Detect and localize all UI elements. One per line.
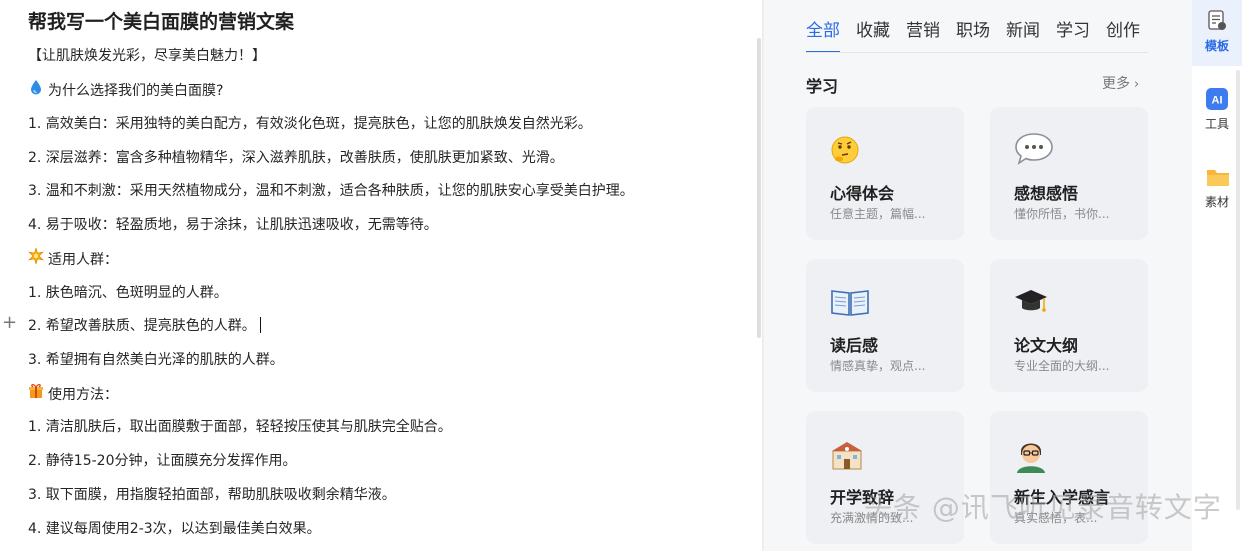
tabs-divider — [806, 52, 1148, 53]
right-sidebar: 模板 AI 工具 素材 — [1192, 0, 1242, 551]
card-desc: 任意主题，篇幅... — [830, 207, 926, 221]
doc-line: 3. 温和不刺激：采用天然植物成分，温和不刺激，适合各种肤质，让您的肌肤安心享受… — [28, 183, 634, 199]
doc-line: 为什么选择我们的美白面膜? — [28, 79, 223, 100]
sidebar-label: 素材 — [1204, 195, 1229, 209]
doc-line-current[interactable]: 2. 希望改善肤质、提亮肤色的人群。 — [28, 315, 261, 335]
ai-badge-icon: AI — [1206, 88, 1228, 110]
section-title: 学习 — [806, 77, 839, 96]
card-desc: 专业全面的大纲... — [1014, 359, 1110, 373]
tab-marketing[interactable]: 营销 — [906, 19, 940, 51]
template-card-ganxiang[interactable]: 感想感悟 懂你所悟，书你... — [990, 107, 1148, 240]
tab-all[interactable]: 全部 — [806, 19, 840, 53]
text-caret — [259, 317, 261, 333]
sidebar-item-templates[interactable]: 模板 — [1192, 10, 1242, 54]
speech-bubble-icon — [1014, 131, 1053, 167]
tab-news[interactable]: 新闻 — [1006, 19, 1040, 51]
document-editor[interactable]: 帮我写一个美白面膜的营销文案 【让肌肤焕发光彩，尽享美白魅力！】 为什么选择我们… — [0, 0, 762, 551]
card-desc: 情感真挚，观点... — [830, 359, 926, 373]
panel-scrollbar[interactable] — [1236, 70, 1240, 510]
card-title: 读后感 — [830, 336, 879, 355]
svg-text:AI: AI — [1212, 95, 1223, 107]
card-title: 心得体会 — [830, 184, 895, 203]
folder-icon — [1206, 166, 1229, 188]
doc-line: 4. 建议每周使用2-3次，以达到最佳美白效果。 — [28, 521, 321, 537]
sidebar-item-tools[interactable]: AI 工具 — [1192, 88, 1242, 132]
thinking-face-icon — [830, 135, 866, 171]
template-panel: 全部 收藏 营销 职场 新闻 学习 创作 学习 更多 › 心得体会 任意主题，篇幅… — [764, 0, 1192, 551]
tab-creation[interactable]: 创作 — [1106, 19, 1140, 51]
template-card-duhougan[interactable]: 读后感 情感真挚，观点... — [806, 259, 964, 392]
doc-line: 4. 易于吸收：轻盈质地，易于涂抹，让肌肤迅速吸收，无需等待。 — [28, 217, 438, 233]
doc-line: 使用方法： — [28, 383, 118, 404]
doc-line: 3. 希望拥有自然美白光泽的肌肤的人群。 — [28, 352, 284, 368]
doc-line: 1. 清洁肌肤后，取出面膜敷于面部，轻轻按压使其与肌肤完全贴合。 — [28, 419, 452, 435]
chevron-right-icon: › — [1134, 77, 1140, 92]
card-desc: 懂你所悟，书你... — [1014, 207, 1110, 221]
card-title: 感想感悟 — [1014, 184, 1079, 203]
graduation-cap-icon — [1014, 287, 1050, 323]
sparkle-burst-icon — [28, 246, 44, 268]
card-title: 论文大纲 — [1014, 336, 1079, 355]
template-doc-icon — [1206, 10, 1228, 32]
tab-study[interactable]: 学习 — [1056, 19, 1090, 51]
tab-favorites[interactable]: 收藏 — [856, 19, 890, 51]
doc-line: 2. 深层滋养：富含多种植物精华，深入滋养肌肤，改善肤质，使肌肤更加紧致、光滑。 — [28, 150, 564, 166]
sidebar-item-materials[interactable]: 素材 — [1192, 166, 1242, 210]
doc-line: 3. 取下面膜，用指腹轻拍面部，帮助肌肤吸收剩余精华液。 — [28, 487, 396, 503]
sidebar-label: 工具 — [1204, 117, 1229, 131]
doc-line: 【让肌肤焕发光彩，尽享美白魅力！】 — [28, 48, 266, 64]
sidebar-label: 模板 — [1204, 39, 1229, 53]
doc-line: 1. 肤色暗沉、色斑明显的人群。 — [28, 285, 228, 301]
template-card-lunwen[interactable]: 论文大纲 专业全面的大纲... — [990, 259, 1148, 392]
doc-line: 适用人群： — [28, 246, 118, 269]
doc-line: 2. 静待15-20分钟，让面膜充分发挥作用。 — [28, 453, 297, 469]
gift-icon — [28, 383, 44, 403]
category-tabs: 全部 收藏 营销 职场 新闻 学习 创作 — [806, 19, 1156, 53]
water-drop-icon — [28, 79, 44, 99]
school-building-icon — [830, 441, 866, 477]
teacher-icon — [1014, 437, 1050, 473]
document-title: 帮我写一个美白面膜的营销文案 — [28, 11, 295, 33]
document-scrollbar[interactable] — [757, 38, 761, 338]
template-card-xinde[interactable]: 心得体会 任意主题，篇幅... — [806, 107, 964, 240]
open-book-icon — [830, 287, 869, 323]
doc-line: 1. 高效美白：采用独特的美白配方，有效淡化色斑，提亮肤色，让您的肌肤焕发自然光… — [28, 116, 592, 132]
add-block-plus-icon[interactable]: + — [2, 314, 17, 332]
tab-workplace[interactable]: 职场 — [956, 19, 990, 51]
more-link[interactable]: 更多 › — [1102, 73, 1139, 93]
watermark: 头条 @讯飞听见录音转文字 — [864, 491, 1222, 524]
